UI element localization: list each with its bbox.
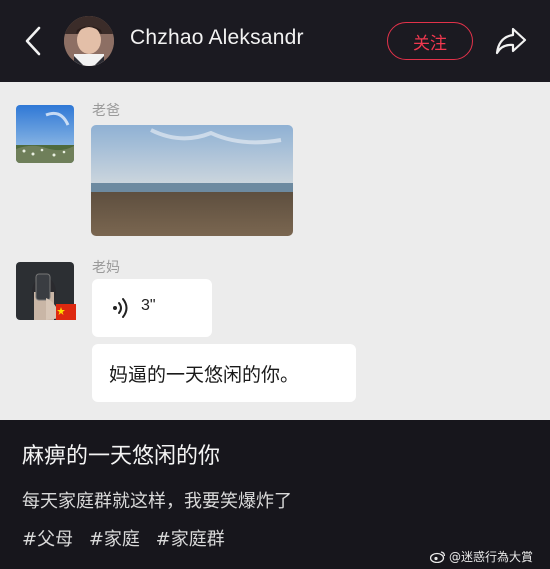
watermark: @迷惑行為大賞 bbox=[430, 548, 533, 565]
voice-duration: 3" bbox=[141, 297, 156, 314]
sender-name-dad: 老爸 bbox=[92, 103, 120, 119]
china-flag-icon bbox=[56, 304, 76, 320]
chevron-left-icon[interactable] bbox=[20, 24, 48, 58]
voice-message[interactable]: 3" bbox=[92, 279, 212, 337]
chat-area: 老爸 老妈 3" 妈逼的一天悠闲的你。 bbox=[0, 82, 550, 420]
text-message[interactable]: 妈逼的一天悠闲的你。 bbox=[92, 344, 356, 402]
text-message-content: 妈逼的一天悠闲的你。 bbox=[109, 364, 300, 386]
weibo-logo-icon bbox=[430, 551, 446, 563]
watermark-text: @迷惑行為大賞 bbox=[449, 550, 534, 564]
dad-avatar[interactable] bbox=[16, 105, 74, 163]
top-bar: Chzhao Aleksandr 关注 bbox=[0, 0, 550, 82]
profile-avatar[interactable] bbox=[64, 16, 114, 66]
voice-wave-icon bbox=[113, 298, 128, 318]
sender-name-mom: 老妈 bbox=[92, 260, 120, 276]
hashtag[interactable]: #家庭 bbox=[89, 529, 140, 550]
beach-photo[interactable] bbox=[91, 125, 293, 236]
profile-name: Chzhao Aleksandr bbox=[130, 26, 304, 49]
post-title: 麻痹的一天悠闲的你 bbox=[22, 444, 221, 469]
hashtag-list: #父母 #家庭 #家庭群 bbox=[22, 525, 235, 551]
post-body: 每天家庭群就这样，我要笑爆炸了 bbox=[22, 491, 292, 512]
hashtag[interactable]: #家庭群 bbox=[156, 529, 225, 550]
hashtag[interactable]: #父母 bbox=[22, 529, 73, 550]
share-icon[interactable] bbox=[494, 26, 528, 56]
follow-button[interactable]: 关注 bbox=[387, 22, 473, 60]
